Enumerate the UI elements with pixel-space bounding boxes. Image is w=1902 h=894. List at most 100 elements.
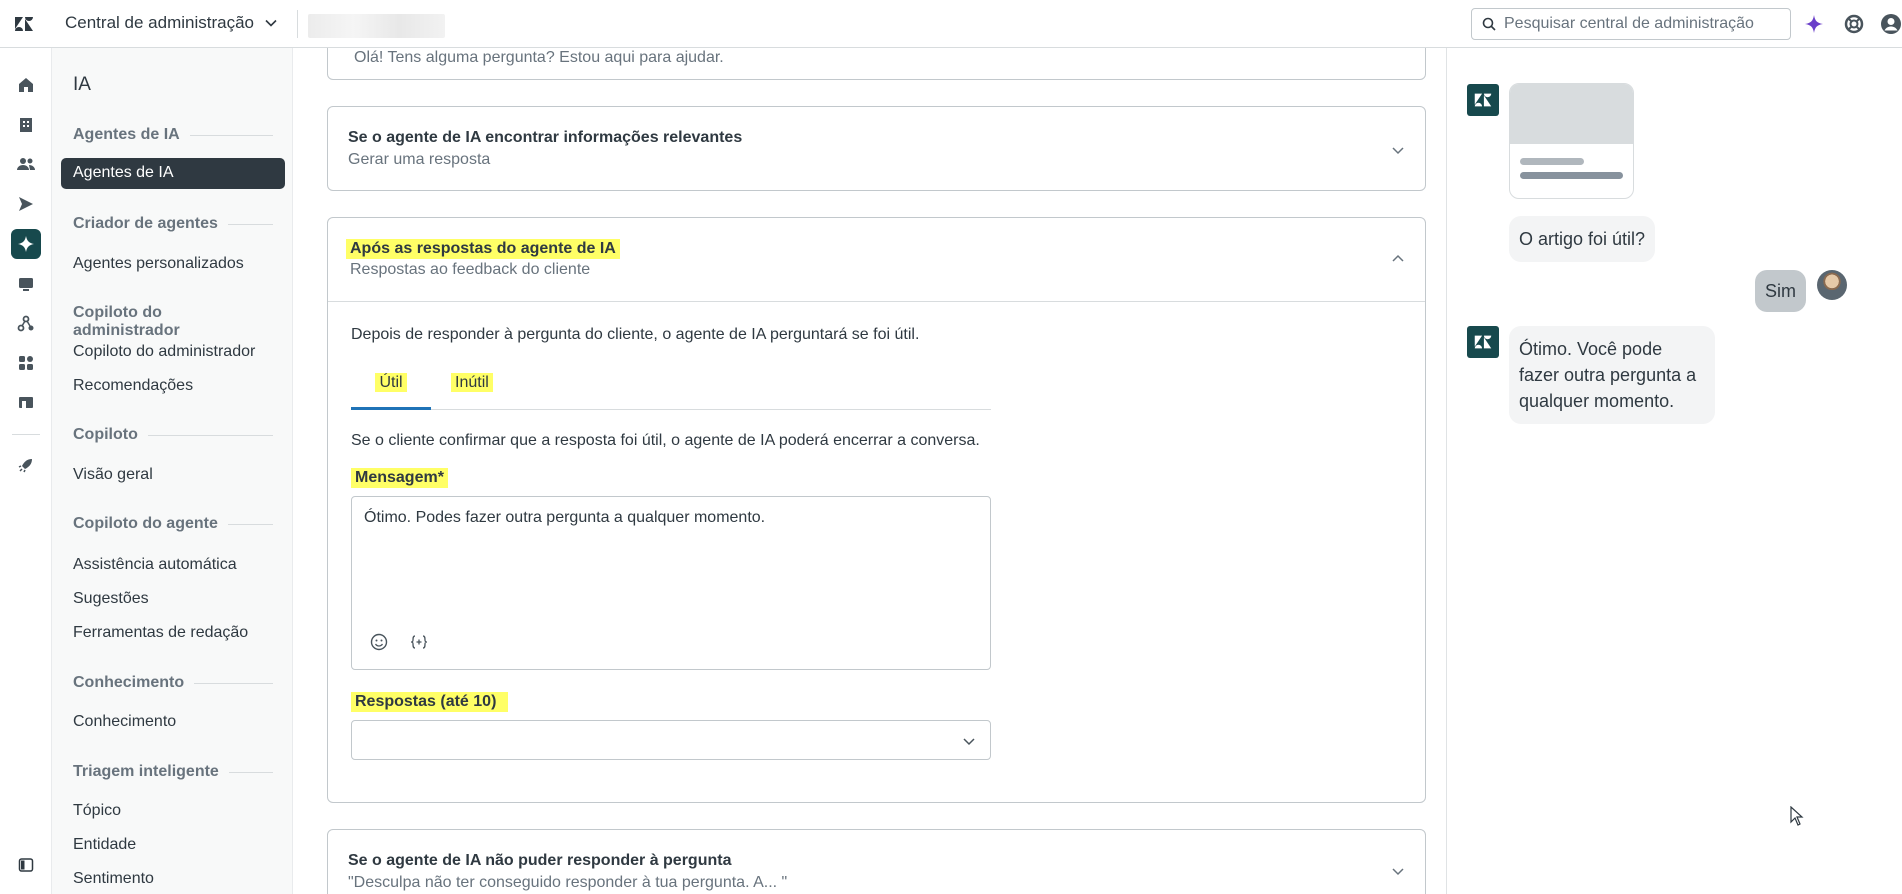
rail-apps[interactable] bbox=[11, 348, 41, 378]
storefront-icon bbox=[19, 397, 33, 408]
card-title: Se o agente de IA encontrar informações … bbox=[348, 129, 743, 146]
useful-description: Se o cliente confirmar que a resposta fo… bbox=[351, 432, 980, 449]
article-preview-card[interactable] bbox=[1509, 83, 1634, 199]
ai-sparkle-icon[interactable] bbox=[1803, 13, 1825, 35]
greeting-message-preview: Olá! Tens alguma pergunta? Estou aqui pa… bbox=[354, 49, 724, 66]
tab-not-useful[interactable]: Inútil bbox=[451, 373, 493, 392]
zendesk-logo-icon bbox=[1474, 93, 1492, 107]
card-subtitle: Respostas ao feedback do cliente bbox=[350, 261, 591, 278]
chevron-down-icon[interactable] bbox=[1391, 143, 1405, 157]
rail-ai[interactable] bbox=[11, 229, 41, 259]
sidebar-item-topic[interactable]: Tópico bbox=[73, 802, 121, 820]
card-after-responses: Após as respostas do agente de IA Respos… bbox=[327, 217, 1426, 803]
sidebar-item-auto-assist[interactable]: Assistência automática bbox=[73, 556, 237, 574]
monitor-icon bbox=[19, 278, 33, 291]
rail-separator bbox=[12, 434, 40, 435]
help-lifebuoy-icon[interactable] bbox=[1843, 13, 1865, 35]
user-avatar bbox=[1817, 270, 1847, 300]
replies-select[interactable] bbox=[351, 720, 991, 760]
sidebar-title: IA bbox=[73, 74, 91, 95]
sidebar-toggle-icon bbox=[18, 858, 34, 872]
sidebar-item-ai-agents[interactable]: Agentes de IA bbox=[61, 158, 285, 189]
card-title: Se o agente de IA não puder responder à … bbox=[348, 852, 732, 869]
sidebar-item-recommendations[interactable]: Recomendações bbox=[73, 377, 193, 395]
objects-rules-icon bbox=[17, 315, 34, 332]
ai-sparkle-icon bbox=[18, 236, 34, 252]
sidebar-item-admin-copilot[interactable]: Copiloto do administrador bbox=[73, 343, 255, 361]
send-icon bbox=[19, 197, 33, 211]
mouse-cursor-icon bbox=[1790, 806, 1804, 826]
bot-message-question: O artigo foi útil? bbox=[1509, 216, 1656, 262]
sidebar-section-intelligent-triage: Triagem inteligente bbox=[73, 763, 273, 781]
search-placeholder: Pesquisar central de administração bbox=[1504, 15, 1754, 32]
user-profile-icon[interactable] bbox=[1880, 13, 1902, 35]
feedback-tabs: Útil Inútil bbox=[351, 373, 991, 410]
bot-avatar bbox=[1467, 84, 1499, 116]
sidebar-item-suggestions[interactable]: Sugestões bbox=[73, 590, 149, 608]
sidebar-item-custom-agents[interactable]: Agentes personalizados bbox=[73, 255, 244, 273]
rail-getting-started[interactable] bbox=[11, 450, 41, 480]
message-toolbar bbox=[370, 633, 428, 651]
rail-workspaces[interactable] bbox=[11, 269, 41, 299]
sidebar-section-knowledge: Conhecimento bbox=[73, 674, 273, 692]
ai-sidebar-nav: IA Agentes de IA Agentes de IA Criador d… bbox=[52, 48, 292, 894]
sidebar-section-agent-builder: Criador de agentes bbox=[73, 215, 273, 233]
emoji-icon[interactable] bbox=[370, 633, 388, 651]
rail-objects[interactable] bbox=[11, 309, 41, 339]
divider bbox=[297, 10, 298, 38]
rail-collapse-toggle[interactable] bbox=[11, 850, 41, 880]
sidebar-section-agent-copilot: Copiloto do agente bbox=[73, 515, 273, 533]
search-icon bbox=[1482, 17, 1496, 31]
rail-channels[interactable] bbox=[11, 189, 41, 219]
rail-people[interactable] bbox=[11, 149, 41, 179]
chevron-down-icon[interactable] bbox=[1391, 864, 1405, 878]
zendesk-logo-icon[interactable] bbox=[12, 12, 36, 36]
search-input[interactable]: Pesquisar central de administração bbox=[1471, 8, 1791, 40]
tab-useful[interactable]: Útil bbox=[351, 373, 431, 410]
chevron-up-icon[interactable] bbox=[1391, 252, 1405, 266]
sidebar-section-copilot: Copiloto bbox=[73, 426, 273, 444]
product-switcher[interactable]: Central de administração bbox=[65, 13, 278, 33]
sidebar-item-entity[interactable]: Entidade bbox=[73, 836, 136, 854]
card-title: Após as respostas do agente de IA bbox=[346, 239, 620, 259]
card-after-responses-header[interactable]: Após as respostas do agente de IA Respos… bbox=[328, 218, 1425, 301]
replies-label: Respostas (até 10) bbox=[351, 692, 509, 712]
apps-grid-icon bbox=[19, 356, 33, 370]
rail-account[interactable] bbox=[11, 110, 41, 140]
rail-home[interactable] bbox=[11, 70, 41, 100]
bot-avatar bbox=[1467, 326, 1499, 358]
chevron-down-icon bbox=[265, 19, 277, 27]
sidebar-item-knowledge[interactable]: Conhecimento bbox=[73, 713, 176, 731]
main-content: Olá! Tens alguma pergunta? Estou aqui pa… bbox=[292, 48, 1446, 894]
card-relevant-info[interactable]: Se o agente de IA encontrar informações … bbox=[327, 106, 1426, 191]
bot-message-closing: Ótimo. Você pode fazer outra pergunta a … bbox=[1509, 326, 1715, 424]
message-label: Mensagem* bbox=[351, 468, 448, 488]
placeholder-variable-icon[interactable] bbox=[410, 635, 428, 649]
sidebar-section-admin-copilot: Copiloto do administrador bbox=[73, 304, 180, 339]
message-value: Ótimo. Podes fazer outra pergunta a qual… bbox=[364, 509, 766, 526]
sidebar-item-writing-tools[interactable]: Ferramentas de redação bbox=[73, 624, 248, 642]
home-icon bbox=[19, 78, 33, 92]
sidebar-section-ai-agents: Agentes de IA bbox=[73, 126, 273, 144]
top-bar: Central de administração Pesquisar centr… bbox=[0, 0, 1902, 48]
product-rail bbox=[0, 48, 52, 894]
zendesk-logo-icon bbox=[1474, 335, 1492, 349]
rail-marketplace[interactable] bbox=[11, 387, 41, 417]
article-title-placeholder bbox=[1520, 158, 1584, 165]
feedback-intro-text: Depois de responder à pergunta do client… bbox=[351, 326, 920, 343]
people-icon bbox=[17, 158, 35, 170]
blurred-account-name bbox=[308, 14, 445, 38]
article-image-placeholder bbox=[1510, 84, 1633, 144]
card-subtitle: "Desculpa não ter conseguido responder à… bbox=[348, 874, 788, 891]
building-icon bbox=[20, 118, 32, 132]
rocket-icon bbox=[18, 459, 32, 473]
card-cannot-answer[interactable]: Se o agente de IA não puder responder à … bbox=[327, 829, 1426, 894]
sidebar-item-overview[interactable]: Visão geral bbox=[73, 466, 153, 484]
sidebar-item-sentiment[interactable]: Sentimento bbox=[73, 870, 154, 888]
greeting-card[interactable]: Olá! Tens alguma pergunta? Estou aqui pa… bbox=[327, 48, 1426, 80]
message-textarea[interactable]: Ótimo. Podes fazer outra pergunta a qual… bbox=[351, 496, 991, 670]
product-title: Central de administração bbox=[65, 13, 254, 32]
user-message-reply: Sim bbox=[1755, 270, 1806, 312]
article-text-placeholder bbox=[1520, 172, 1623, 179]
conversation-preview: O artigo foi útil? Sim Ótimo. Você pode … bbox=[1446, 48, 1902, 894]
